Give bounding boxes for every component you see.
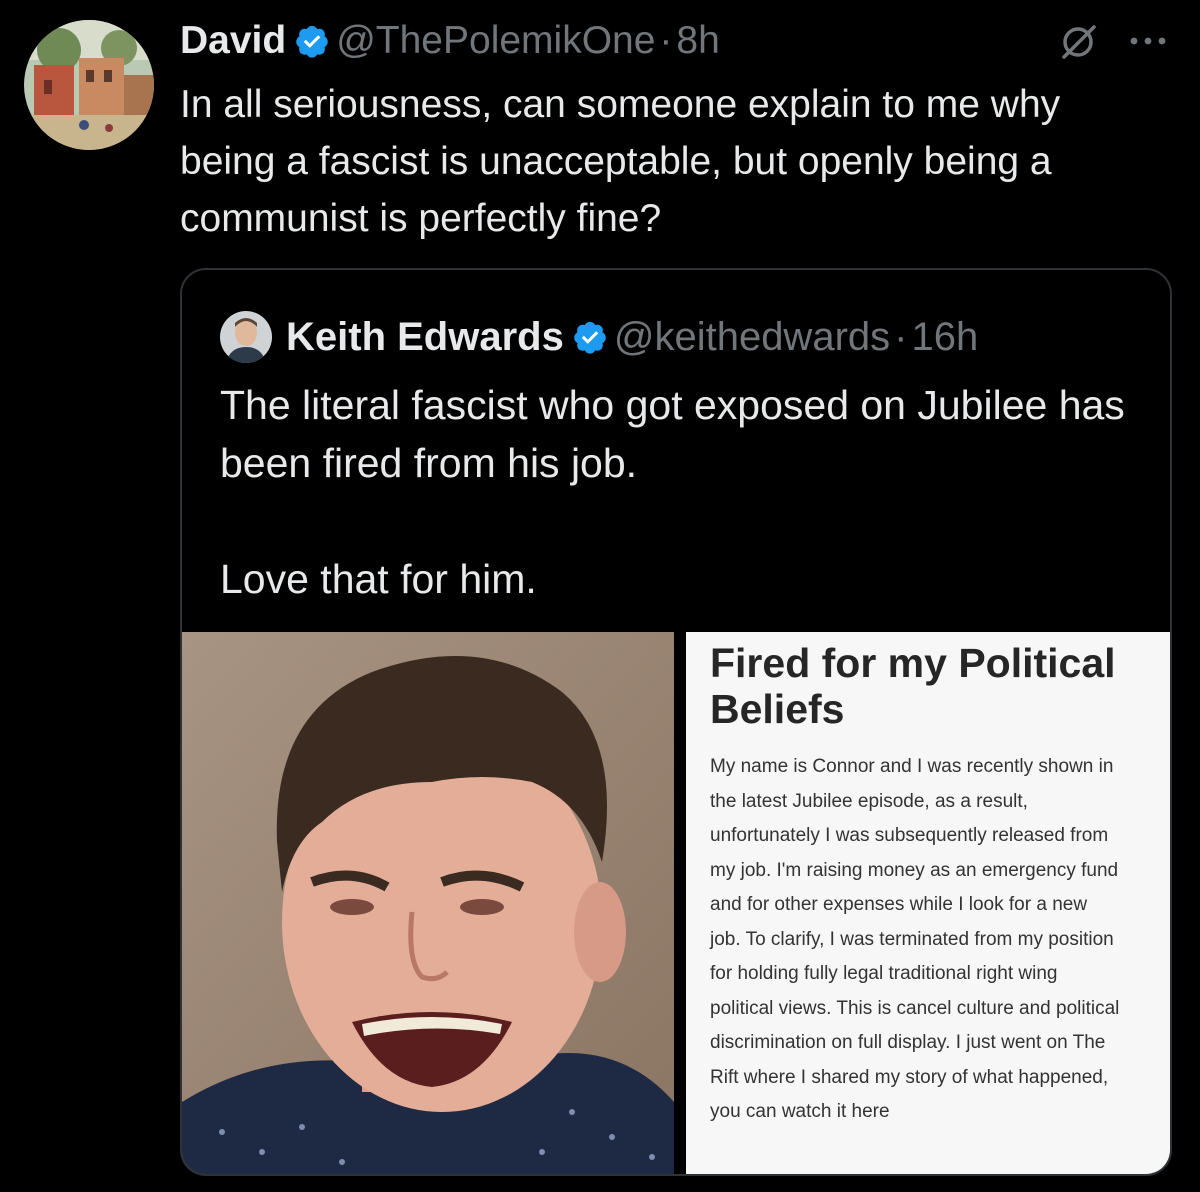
quoted-tweet-media[interactable]: Fired for my Political Beliefs My name i… — [182, 632, 1170, 1174]
article-title: Fired for my Political Beliefs — [710, 640, 1116, 732]
quoted-tweet-time[interactable]: 16h — [911, 315, 978, 360]
person-photo-image — [182, 632, 674, 1174]
quoted-tweet-text: The literal fascist who got exposed on J… — [220, 376, 1150, 608]
quoted-text-line: Love that for him. — [220, 556, 537, 602]
tweet-text: In all seriousness, can someone explain … — [180, 83, 1061, 240]
author-name[interactable]: David — [180, 19, 286, 63]
avatar-image — [24, 20, 154, 150]
quoted-author-handle[interactable]: @keithedwards — [614, 315, 890, 360]
quoted-tweet[interactable]: Keith Edwards @keithedwards · 16h The li… — [180, 268, 1172, 1176]
article-body: My name is Connor and I was recently sho… — [710, 756, 1120, 1122]
verified-badge-icon — [572, 319, 608, 355]
article-card[interactable]: Fired for my Political Beliefs My name i… — [686, 632, 1170, 1174]
verified-badge-icon — [294, 23, 330, 59]
author-avatar[interactable] — [24, 20, 154, 150]
tweet-header: David @ThePolemikOne · 8h — [180, 16, 720, 66]
tweet-time[interactable]: 8h — [676, 19, 719, 63]
quoted-tweet-header: Keith Edwards @keithedwards · 16h — [220, 310, 978, 364]
person-photo[interactable] — [182, 632, 674, 1174]
separator-dot: · — [894, 314, 908, 359]
quoted-text-line: The literal fascist who got exposed on J… — [220, 382, 1125, 486]
quoted-author-name[interactable]: Keith Edwards — [286, 315, 564, 360]
separator-dot: · — [659, 19, 673, 62]
grok-icon[interactable] — [1058, 24, 1100, 60]
more-options-icon[interactable] — [1124, 26, 1172, 56]
author-handle[interactable]: @ThePolemikOne — [336, 19, 655, 63]
quoted-author-avatar[interactable] — [220, 311, 272, 363]
tweet[interactable]: David @ThePolemikOne · 8h In all serious… — [0, 0, 1200, 1192]
quoted-avatar-image — [220, 311, 272, 363]
